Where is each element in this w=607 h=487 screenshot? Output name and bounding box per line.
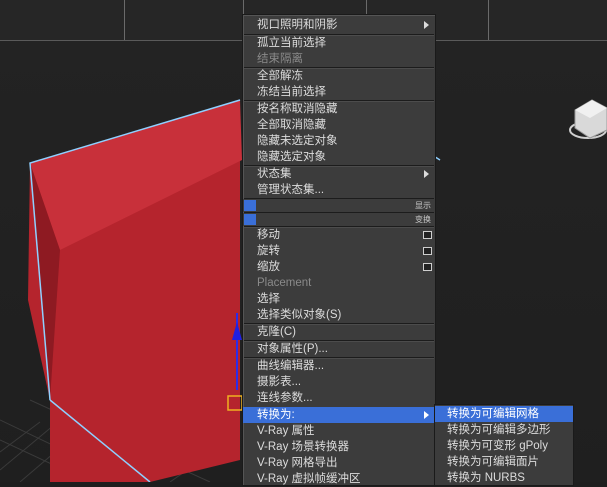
menu-item-label: 缩放: [257, 261, 280, 273]
menu-item-label: 克隆(C): [257, 326, 296, 338]
menu-item-curve-editor[interactable]: 曲线编辑器...: [243, 358, 435, 374]
menu-item-convert-to[interactable]: 转换为:: [243, 407, 435, 423]
menu-item-manage-state-sets[interactable]: 管理状态集...: [243, 182, 435, 198]
menu-item-select-similar[interactable]: 选择类似对象(S): [243, 307, 435, 323]
submenu-item-deformable-gpoly[interactable]: 转换为可变形 gPoly: [435, 438, 573, 454]
menu-item-label: V-Ray 网格导出: [257, 457, 338, 469]
settings-box-icon[interactable]: [423, 263, 432, 271]
menu-item-state-sets[interactable]: 状态集: [243, 166, 435, 182]
quad-indicator: [244, 214, 256, 225]
menu-item-label: Placement: [257, 277, 312, 289]
quad-context-menu: 视口照明和阴影 孤立当前选择 结束隔离 全部解冻 冻结当前选择 按名称取消隐藏 …: [242, 14, 436, 486]
menu-item-label: 视口照明和阴影: [257, 19, 338, 31]
menu-item-label: 选择: [257, 293, 280, 305]
menu-item-label: 按名称取消隐藏: [257, 103, 338, 115]
menu-item-label: 状态集: [257, 168, 292, 180]
menu-item-label: 结束隔离: [257, 53, 303, 65]
submenu-item-nurbs[interactable]: 转换为 NURBS: [435, 470, 573, 486]
settings-box-icon[interactable]: [423, 247, 432, 255]
menu-item-rotate[interactable]: 旋转: [243, 243, 435, 259]
menu-item-label: 选择类似对象(S): [257, 309, 342, 321]
menu-item-label: 冻结当前选择: [257, 86, 326, 98]
menu-item-viewport-lighting[interactable]: 视口照明和阴影: [243, 17, 435, 33]
quad-header-transform: 变换: [243, 213, 435, 226]
menu-item-move[interactable]: 移动: [243, 227, 435, 243]
submenu-item-editable-patch[interactable]: 转换为可编辑面片: [435, 454, 573, 470]
submenu-arrow-icon: [424, 170, 429, 178]
menu-item-label: 管理状态集...: [257, 184, 325, 196]
menu-item-scale[interactable]: 缩放: [243, 259, 435, 275]
menu-item-select[interactable]: 选择: [243, 291, 435, 307]
menu-item-vray-properties[interactable]: V-Ray 属性: [243, 423, 435, 439]
menu-item-vray-mesh-export[interactable]: V-Ray 网格导出: [243, 455, 435, 471]
menu-item-label: 孤立当前选择: [257, 37, 326, 49]
menu-item-label: 曲线编辑器...: [257, 360, 325, 372]
quad-indicator: [244, 200, 256, 211]
menu-item-label: 隐藏选定对象: [257, 151, 326, 163]
menu-item-label: 摄影表...: [257, 376, 302, 388]
submenu-item-editable-poly[interactable]: 转换为可编辑多边形: [435, 422, 573, 438]
menu-item-freeze-selection[interactable]: 冻结当前选择: [243, 84, 435, 100]
menu-item-unhide-by-name[interactable]: 按名称取消隐藏: [243, 101, 435, 117]
menu-item-hide-selection[interactable]: 隐藏选定对象: [243, 149, 435, 165]
menu-item-label: 转换为:: [257, 409, 295, 421]
menu-item-label: V-Ray 虚拟帧缓冲区: [257, 473, 361, 485]
menu-item-end-isolate[interactable]: 结束隔离: [243, 51, 435, 67]
menu-item-wire-parameters[interactable]: 连线参数...: [243, 390, 435, 406]
menu-item-label: 全部解冻: [257, 70, 303, 82]
menu-item-vray-vfb[interactable]: V-Ray 虚拟帧缓冲区: [243, 471, 435, 487]
menu-item-label: V-Ray 属性: [257, 425, 315, 437]
menu-item-unfreeze-all[interactable]: 全部解冻: [243, 68, 435, 84]
menu-item-vray-scene-converter[interactable]: V-Ray 场景转换器: [243, 439, 435, 455]
menu-item-label: V-Ray 场景转换器: [257, 441, 350, 453]
submenu-arrow-icon: [424, 21, 429, 29]
menu-item-label: 对象属性(P)...: [257, 343, 328, 355]
menu-item-label: 全部取消隐藏: [257, 119, 326, 131]
submenu-arrow-icon: [424, 411, 429, 419]
view-cube-icon: [569, 99, 607, 139]
convert-to-submenu: 转换为可编辑网格 转换为可编辑多边形 转换为可变形 gPoly 转换为可编辑面片…: [434, 404, 574, 486]
menu-item-clone[interactable]: 克隆(C): [243, 324, 435, 340]
submenu-item-editable-mesh[interactable]: 转换为可编辑网格: [435, 406, 573, 422]
menu-item-unhide-all[interactable]: 全部取消隐藏: [243, 117, 435, 133]
menu-item-hide-unselected[interactable]: 隐藏未选定对象: [243, 133, 435, 149]
menu-item-label: 连线参数...: [257, 392, 313, 404]
quad-label: 变换: [415, 215, 431, 224]
menu-item-label: 旋转: [257, 245, 280, 257]
menu-item-object-properties[interactable]: 对象属性(P)...: [243, 341, 435, 357]
menu-item-isolate-selection[interactable]: 孤立当前选择: [243, 35, 435, 51]
menu-item-label: 移动: [257, 229, 280, 241]
menu-item-dope-sheet[interactable]: 摄影表...: [243, 374, 435, 390]
quad-header-display: 显示: [243, 199, 435, 212]
menu-item-label: 隐藏未选定对象: [257, 135, 338, 147]
quad-label: 显示: [415, 201, 431, 210]
settings-box-icon[interactable]: [423, 231, 432, 239]
menu-item-placement[interactable]: Placement: [243, 275, 435, 291]
